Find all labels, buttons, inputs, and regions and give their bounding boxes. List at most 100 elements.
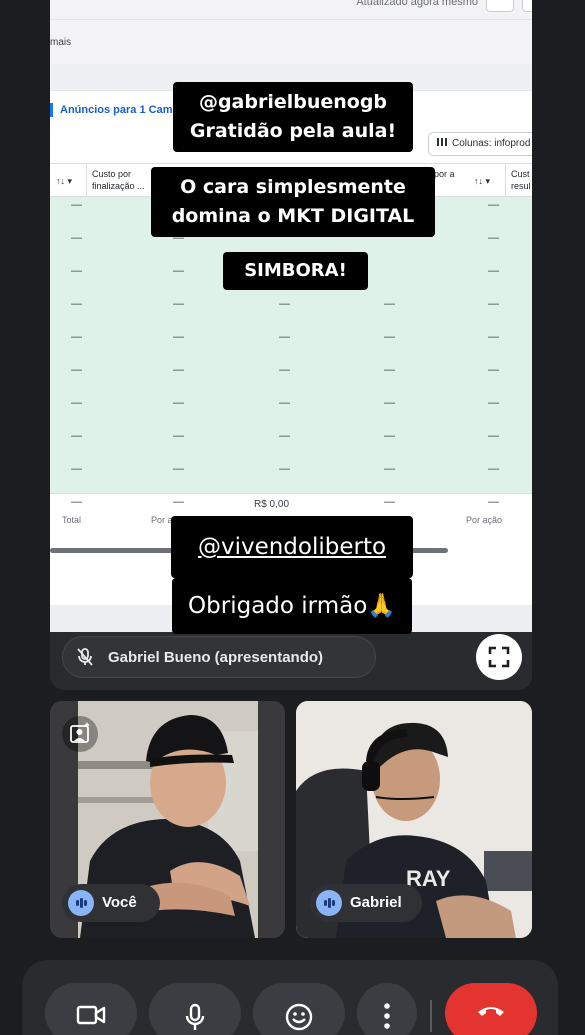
call-controls-bar: [22, 960, 558, 1035]
total-value: R$ 0,00: [254, 499, 290, 510]
story-mention: @vivendoliberto: [171, 516, 413, 578]
cell-value: —: [384, 496, 395, 508]
camera-icon: [76, 1005, 106, 1025]
table-row: — — — — —: [50, 331, 532, 364]
mic-off-icon: [72, 644, 98, 670]
cell-value: —: [173, 496, 184, 508]
refresh-button: [486, 0, 514, 12]
table-row: — — — — —: [50, 430, 532, 463]
mic-button[interactable]: [149, 983, 241, 1035]
cell-value: —: [279, 364, 290, 376]
caption-text: O cara simplesmente: [180, 176, 406, 198]
cell-value: —: [173, 298, 184, 310]
cell-value: —: [173, 364, 184, 376]
story-caption: @gabrielbuenogb Gratidão pela aula!: [173, 82, 413, 152]
participant-tile-gabriel[interactable]: RAY Gabriel: [296, 701, 532, 938]
cell-value: —: [279, 397, 290, 409]
per-action-label: Por a: [151, 515, 173, 525]
total-label: Total: [62, 515, 82, 525]
columns-label: Colunas: infoprod: [452, 138, 531, 149]
cell-value: —: [279, 430, 290, 442]
collapse-button: [522, 0, 532, 12]
cell-value: —: [71, 331, 82, 343]
fullscreen-icon: [488, 646, 510, 668]
cell-value: —: [279, 463, 290, 475]
column-header-per-action: por a: [434, 169, 455, 179]
mic-icon: [185, 1003, 205, 1030]
cell-value: —: [384, 364, 395, 376]
cell-value: —: [71, 232, 82, 244]
cell-value: —: [384, 298, 395, 310]
cell-value: —: [488, 463, 499, 475]
fullscreen-button[interactable]: [476, 634, 522, 680]
table-row: — — — — —: [50, 298, 532, 331]
column-divider: [86, 164, 87, 198]
frame-person-icon[interactable]: [62, 716, 98, 752]
presenter-name: Gabriel Bueno (apresentando): [108, 649, 324, 666]
audio-indicator-icon: [68, 890, 94, 916]
cell-value: —: [488, 397, 499, 409]
cell-value: —: [488, 496, 499, 508]
cell-value: —: [71, 430, 82, 442]
cell-value: —: [488, 265, 499, 277]
reactions-button[interactable]: [253, 983, 345, 1035]
cell-value: —: [173, 430, 184, 442]
campaign-label: Anúncios para 1 Camp: [60, 104, 180, 116]
cell-value: —: [71, 298, 82, 310]
caption-text: Gratidão pela aula!: [189, 120, 397, 142]
cell-value: —: [71, 463, 82, 475]
sort-icon: ↑↓ ▾: [474, 176, 491, 186]
top-strip: Atualizado agora mesmo: [50, 0, 532, 20]
end-call-button[interactable]: [445, 983, 537, 1035]
participant-name: Você: [102, 894, 137, 911]
cell-value: —: [173, 397, 184, 409]
cell-value: —: [173, 265, 184, 277]
cell-value: —: [488, 331, 499, 343]
cell-value: —: [279, 298, 290, 310]
more-vert-icon: [384, 1003, 390, 1029]
end-call-icon: [478, 1007, 504, 1016]
updated-status: Atualizado agora mesmo: [356, 0, 478, 8]
sort-icon: ↑↓ ▾: [56, 176, 73, 186]
columns-button: Colunas: infoprod: [428, 132, 532, 156]
cell-value: —: [173, 331, 184, 343]
participant-name-chip: Você: [62, 884, 160, 922]
cell-value: —: [488, 199, 499, 211]
caption-mention: @gabrielbuenogb: [198, 91, 388, 113]
participant-tile-self[interactable]: Você: [50, 701, 285, 938]
participant-name: Gabriel: [350, 894, 402, 911]
cell-value: —: [384, 430, 395, 442]
cell-value: —: [71, 364, 82, 376]
column-divider: [505, 164, 506, 198]
controls-divider: [430, 1000, 432, 1032]
cell-value: —: [71, 265, 82, 277]
participant-name-chip: Gabriel: [310, 884, 422, 922]
caption-text: domina o MKT DIGITAL: [171, 205, 415, 227]
table-row: — — — — —: [50, 463, 532, 496]
story-caption: O cara simplesmente domina o MKT DIGITAL: [151, 167, 435, 237]
story-caption: Obrigado irmão🙏: [172, 578, 412, 634]
cell-value: —: [71, 496, 82, 508]
presenter-chip: Gabriel Bueno (apresentando): [62, 636, 376, 678]
more-options-button[interactable]: [357, 983, 417, 1035]
cell-value: —: [384, 331, 395, 343]
cell-value: —: [488, 232, 499, 244]
campaign-indicator: [50, 103, 53, 117]
mention-link[interactable]: @vivendoliberto: [198, 534, 386, 560]
cell-value: —: [384, 397, 395, 409]
emoji-icon: [285, 1003, 313, 1031]
columns-icon: [437, 138, 447, 146]
cell-value: —: [384, 463, 395, 475]
column-header-cost-per-checkout: Custo por finalização ...: [92, 169, 145, 191]
video-call-screen: Atualizado agora mesmo mais Anúncios par…: [0, 0, 585, 1035]
table-body: — — — — — — — — — — — — — — — — — — — — …: [50, 197, 532, 493]
cell-value: —: [173, 463, 184, 475]
cell-value: —: [279, 331, 290, 343]
cell-value: —: [71, 397, 82, 409]
camera-button[interactable]: [45, 983, 137, 1035]
table-row: — — — — —: [50, 364, 532, 397]
filters-row: mais: [50, 20, 532, 64]
audio-indicator-icon: [316, 890, 342, 916]
more-link: mais: [50, 37, 72, 48]
cell-value: —: [488, 430, 499, 442]
